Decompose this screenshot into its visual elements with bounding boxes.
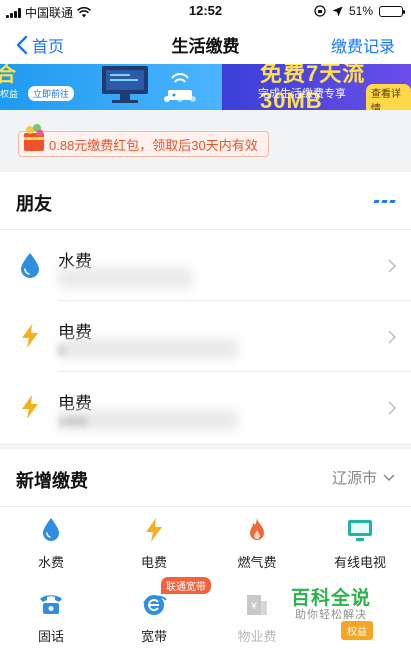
banner-left-caption: 权益 bbox=[0, 89, 19, 99]
promo-banner[interactable]: 合 权益 立即前往 免费7天流30MB 完成生活缴费专享 查看详情 bbox=[0, 64, 411, 110]
svg-text:¥: ¥ bbox=[251, 601, 257, 612]
lightning-icon bbox=[22, 395, 38, 419]
banner-right-caption: 完成生活缴费专享 bbox=[258, 88, 346, 100]
banner-page-indicator bbox=[164, 96, 196, 102]
payment-item-label: 宽带 bbox=[140, 629, 167, 644]
payment-item-water[interactable]: 水费 bbox=[0, 507, 102, 573]
banner-right-panel[interactable]: 免费7天流30MB 完成生活缴费专享 查看详情 bbox=[222, 64, 411, 110]
flame-icon bbox=[250, 518, 264, 540]
coupon-card[interactable]: 0.88元缴费红包，领取后30天内有效 bbox=[18, 124, 269, 157]
friend-row[interactable]: 水费 bbox=[0, 230, 411, 301]
banner-left-panel[interactable]: 合 权益 立即前往 bbox=[0, 64, 222, 110]
coupon-strip: 0.88元缴费红包，领取后30天内有效 bbox=[0, 110, 411, 166]
watermark-subtitle: 助你轻松解决 bbox=[295, 609, 367, 621]
new-payment-title: 新增缴费 bbox=[16, 471, 88, 491]
payment-item-landline[interactable]: 固话 bbox=[0, 581, 102, 647]
payment-item-label: 固话 bbox=[37, 629, 64, 644]
payment-item-label: 电费 bbox=[140, 555, 167, 570]
watermark-logo: 百科全说 助你轻松解决 权益 bbox=[291, 583, 403, 645]
friends-title: 朋友 bbox=[16, 194, 52, 214]
rotation-lock-icon bbox=[314, 5, 326, 17]
banner-dot bbox=[164, 96, 170, 102]
rights-badge[interactable]: 权益 bbox=[341, 621, 373, 640]
payment-item-label: 水费 bbox=[37, 555, 64, 570]
friends-section-header: 朋友 bbox=[0, 172, 411, 230]
chevron-right-icon bbox=[388, 259, 397, 273]
chevron-down-icon bbox=[383, 473, 395, 481]
red-packet-icon bbox=[24, 124, 44, 151]
friend-row[interactable]: 电费 1495 bbox=[0, 372, 411, 443]
coupon-text: 0.88元缴费红包，领取后30天内有效 bbox=[49, 137, 258, 153]
more-options-icon[interactable] bbox=[373, 200, 396, 203]
status-right: 51% bbox=[314, 4, 405, 18]
battery-percent: 51% bbox=[348, 4, 373, 18]
payment-item-label: 燃气费 bbox=[237, 555, 277, 570]
friend-account: 0 bbox=[58, 343, 66, 358]
battery-icon bbox=[379, 5, 405, 17]
lightning-icon bbox=[22, 324, 38, 348]
friend-row[interactable]: 电费 0 bbox=[0, 301, 411, 372]
banner-go-button[interactable]: 立即前往 bbox=[28, 86, 75, 101]
masked-account bbox=[58, 268, 192, 288]
banner-dot bbox=[177, 96, 183, 102]
unicom-broadband-tag: 联通宽带 bbox=[161, 577, 211, 594]
banner-detail-button[interactable]: 查看详情 bbox=[366, 84, 411, 110]
payment-record-link[interactable]: 缴费记录 bbox=[331, 33, 395, 57]
payment-item-broadband[interactable]: 宽带 联通宽带 bbox=[103, 577, 211, 647]
region-selector[interactable]: 辽源市 bbox=[332, 467, 395, 488]
masked-account bbox=[58, 339, 238, 359]
water-drop-icon bbox=[43, 518, 59, 541]
telephone-icon bbox=[40, 595, 62, 614]
region-label: 辽源市 bbox=[331, 470, 377, 487]
location-icon bbox=[332, 6, 343, 16]
friend-account: 1495 bbox=[58, 414, 87, 429]
tv-icon bbox=[348, 520, 372, 541]
broadband-icon bbox=[143, 595, 167, 615]
navigation-bar: 首页 生活缴费 缴费记录 bbox=[0, 22, 411, 64]
payment-item-gas[interactable]: 燃气费 bbox=[206, 507, 308, 573]
lightning-icon bbox=[146, 518, 162, 542]
payment-item-label: 有线电视 bbox=[333, 555, 386, 570]
building-icon: ¥ bbox=[247, 595, 267, 615]
computer-illustration bbox=[102, 66, 148, 103]
payment-item-cable-tv[interactable]: 有线电视 bbox=[309, 507, 411, 573]
status-bar: 中国联通 12:52 51% bbox=[0, 0, 411, 22]
water-drop-icon bbox=[21, 253, 39, 278]
banner-left-headline: 合 bbox=[0, 64, 17, 86]
banner-dot bbox=[190, 96, 196, 102]
chevron-right-icon bbox=[388, 330, 397, 344]
chevron-right-icon bbox=[388, 401, 397, 415]
new-payment-section-header: 新增缴费 辽源市 bbox=[0, 449, 411, 507]
payment-item-electric[interactable]: 电费 bbox=[103, 507, 205, 573]
